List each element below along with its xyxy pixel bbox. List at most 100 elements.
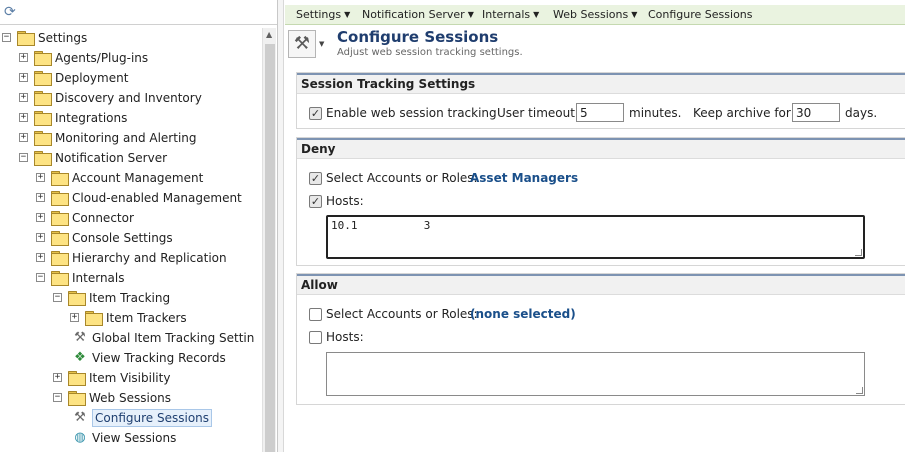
tree-item[interactable]: + Account Management xyxy=(0,168,262,188)
tree-toolbar: ⟳ xyxy=(0,3,277,25)
allow-section-heading: Allow xyxy=(297,274,905,295)
collapse-icon[interactable]: − xyxy=(36,273,45,282)
expand-icon[interactable]: + xyxy=(36,193,45,202)
tree-item[interactable]: − Settings xyxy=(0,28,262,48)
expand-icon[interactable]: + xyxy=(36,233,45,242)
tree-item[interactable]: − Internals xyxy=(0,268,262,288)
expand-icon[interactable]: + xyxy=(70,313,79,322)
tree-item-label: View Tracking Records xyxy=(92,351,226,365)
tree-item[interactable]: ◍ View Sessions xyxy=(0,428,262,448)
chevron-down-icon: ▼ xyxy=(467,10,474,19)
tree-item[interactable]: + Agents/Plug-ins xyxy=(0,48,262,68)
archive-input[interactable] xyxy=(792,103,840,122)
tree-item-label: Item Visibility xyxy=(89,371,171,385)
pane-splitter[interactable] xyxy=(278,0,284,452)
deny-hosts-checkbox[interactable]: ✓ xyxy=(309,195,322,208)
chevron-down-icon[interactable]: ▼ xyxy=(319,40,324,48)
tree-item[interactable]: + Discovery and Inventory xyxy=(0,88,262,108)
tree-item-label: Connector xyxy=(72,211,134,225)
records-icon: ❖ xyxy=(74,350,86,365)
breadcrumb: Settings ▼ Notification Server ▼ Internals… xyxy=(285,5,905,25)
deny-section-heading: Deny xyxy=(297,138,905,159)
tree-item[interactable]: ❖ View Tracking Records xyxy=(0,348,262,368)
expand-icon[interactable]: + xyxy=(19,133,28,142)
breadcrumb-internals[interactable]: Internals ▼ xyxy=(482,8,539,21)
deny-hosts-label: Hosts: xyxy=(326,194,364,208)
tree-item-label: Item Trackers xyxy=(106,311,187,325)
expand-icon[interactable]: + xyxy=(19,93,28,102)
expand-icon[interactable]: + xyxy=(36,253,45,262)
tree-item-label: Internals xyxy=(72,271,125,285)
tree-item[interactable]: + Monitoring and Alerting xyxy=(0,128,262,148)
expand-icon[interactable]: + xyxy=(19,53,28,62)
allow-accounts-checkbox[interactable] xyxy=(309,308,322,321)
breadcrumb-configure-sessions[interactable]: Configure Sessions xyxy=(648,8,753,21)
resize-handle[interactable] xyxy=(855,249,862,256)
timeout-input[interactable] xyxy=(576,103,624,122)
tree-item-label: Deployment xyxy=(55,71,129,85)
tools-icon[interactable]: ⚒ xyxy=(288,30,316,58)
collapse-icon[interactable]: − xyxy=(53,393,62,402)
deny-accounts-checkbox[interactable]: ✓ xyxy=(309,172,322,185)
allow-hosts-checkbox[interactable] xyxy=(309,331,322,344)
tree-item[interactable]: ⚒ Configure Sessions xyxy=(0,408,262,428)
folder-icon xyxy=(68,371,86,386)
tree-item-label: Account Management xyxy=(72,171,204,185)
scrollbar-thumb[interactable] xyxy=(265,44,275,452)
tree-scrollbar[interactable]: ▲ xyxy=(262,28,276,452)
tree-item[interactable]: + Hierarchy and Replication xyxy=(0,248,262,268)
deny-accounts-link[interactable]: Asset Managers xyxy=(470,171,578,185)
tree-item-label: Cloud-enabled Management xyxy=(72,191,242,205)
breadcrumb-web-sessions[interactable]: Web Sessions ▼ xyxy=(553,8,637,21)
tree-item-label: Item Tracking xyxy=(89,291,171,305)
allow-accounts-link[interactable]: (none selected) xyxy=(470,307,576,321)
folder-icon xyxy=(34,71,52,86)
tree-item[interactable]: + Integrations xyxy=(0,108,262,128)
tree-item[interactable]: + Console Settings xyxy=(0,228,262,248)
deny-accounts-label: Select Accounts or Roles: xyxy=(326,171,478,185)
folder-icon xyxy=(34,131,52,146)
tree-item[interactable]: ⚒ Global Item Tracking Settin xyxy=(0,328,262,348)
folder-icon xyxy=(68,291,86,306)
tree-item[interactable]: + Connector xyxy=(0,208,262,228)
tree-item[interactable]: + Item Visibility xyxy=(0,368,262,388)
expand-icon[interactable]: + xyxy=(36,173,45,182)
allow-hosts-label: Hosts: xyxy=(326,330,364,344)
tree-item[interactable]: − Notification Server xyxy=(0,148,262,168)
refresh-icon[interactable]: ⟳ xyxy=(4,4,16,20)
scroll-up-icon[interactable]: ▲ xyxy=(266,30,272,39)
tree-item-label: Monitoring and Alerting xyxy=(55,131,197,145)
expand-icon[interactable]: + xyxy=(53,373,62,382)
allow-section: Allow Select Accounts or Roles: (none se… xyxy=(296,273,905,405)
folder-icon xyxy=(68,391,86,406)
page-header: ⚒ ▼ Configure Sessions Adjust web sessio… xyxy=(288,28,905,64)
tree-item[interactable]: + Deployment xyxy=(0,68,262,88)
folder-icon xyxy=(34,91,52,106)
resize-handle[interactable] xyxy=(856,387,863,394)
tree-item[interactable]: + Item Trackers xyxy=(0,308,262,328)
archive-unit: days. xyxy=(845,106,878,120)
tree-item-label: View Sessions xyxy=(92,431,177,445)
breadcrumb-notification-server[interactable]: Notification Server ▼ xyxy=(362,8,474,21)
enable-tracking-label: Enable web session tracking xyxy=(326,106,497,120)
expand-icon[interactable]: + xyxy=(36,213,45,222)
expand-icon[interactable]: + xyxy=(19,73,28,82)
tracking-section-heading: Session Tracking Settings xyxy=(297,73,905,94)
allow-hosts-textarea[interactable] xyxy=(326,352,865,396)
chevron-down-icon: ▼ xyxy=(344,10,351,19)
folder-icon xyxy=(51,191,69,206)
tree-item[interactable]: − Web Sessions xyxy=(0,388,262,408)
tree-item[interactable]: − Item Tracking xyxy=(0,288,262,308)
page-title: Configure Sessions xyxy=(337,28,499,46)
collapse-icon[interactable]: − xyxy=(2,33,11,42)
breadcrumb-settings[interactable]: Settings ▼ xyxy=(296,8,350,21)
collapse-icon[interactable]: − xyxy=(19,153,28,162)
deny-hosts-textarea[interactable]: 10.1 3 xyxy=(326,215,865,259)
enable-tracking-checkbox[interactable]: ✓ xyxy=(309,107,322,120)
collapse-icon[interactable]: − xyxy=(53,293,62,302)
settings-tree: − Settings + Agents/Plug-ins + Deployment + Dis… xyxy=(0,28,262,452)
tree-item[interactable]: + Cloud-enabled Management xyxy=(0,188,262,208)
deny-section: Deny ✓ Select Accounts or Roles: Asset M… xyxy=(296,137,905,266)
expand-icon[interactable]: + xyxy=(19,113,28,122)
tree-item-label: Discovery and Inventory xyxy=(55,91,202,105)
